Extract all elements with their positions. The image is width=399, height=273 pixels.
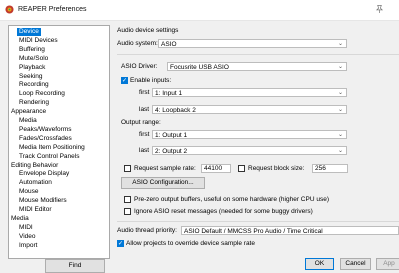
section-divider [117,221,399,222]
inputs-last-label: last [139,106,150,113]
enable-inputs-label: Enable inputs: [130,77,172,84]
pin-icon[interactable] [375,4,384,14]
asio-driver-value: Focusrite USB ASIO [170,64,229,71]
chevron-down-icon: ⌄ [337,132,343,138]
audio-system-label: Audio system: [117,40,158,47]
apply-button[interactable]: App [376,258,399,270]
chevron-down-icon: ⌄ [337,41,343,47]
outputs-last-value: 2: Output 2 [155,148,188,155]
asio-driver-label: ASIO Driver: [121,63,158,70]
tree-item[interactable]: Media [11,215,29,223]
ignore-reset-label: Ignore ASIO reset messages (needed for s… [134,208,313,215]
thread-priority-value: ASIO Default / MMCSS Pro Audio / Time Cr… [184,228,323,235]
outputs-last-label: last [139,147,150,154]
tree-item[interactable]: Envelope Display [19,170,69,178]
tree-item[interactable]: Media Item Positioning [19,144,85,152]
thread-priority-label: Audio thread priority: [117,227,177,234]
section-divider [117,54,399,55]
title-bar: REAPER Preferences [0,0,399,21]
tree-item[interactable]: Video [19,233,36,241]
cancel-button[interactable]: Cancel [340,258,371,270]
tree-item[interactable]: MIDI [19,224,33,232]
tree-item[interactable]: Track Control Panels [19,153,79,161]
tree-item[interactable]: MIDI Devices [19,37,58,45]
ignore-reset-checkbox[interactable] [124,208,131,215]
outputs-first-dropdown[interactable]: 1: Output 1 ⌄ [152,130,347,139]
sample-rate-input[interactable]: 44100 [201,164,231,173]
asio-driver-dropdown[interactable]: Focusrite USB ASIO ⌄ [167,62,347,71]
outputs-first-label: first [139,131,150,138]
tree-item[interactable]: Peaks/Waveforms [19,126,72,134]
tree-item[interactable]: Media [19,117,37,125]
allow-override-label: Allow projects to override device sample… [126,240,255,247]
pre-zero-label: Pre-zero output buffers, useful on some … [134,196,329,203]
inputs-first-value: 1: Input 1 [155,90,183,97]
inputs-first-label: first [139,89,150,96]
tree-item[interactable]: MIDI Editor [19,206,52,214]
tree-item[interactable]: Appearance [11,108,46,116]
chevron-down-icon: ⌄ [337,107,343,113]
request-block-size-label: Request block size: [248,165,305,172]
tree-item[interactable]: Mouse [19,188,39,196]
chevron-down-icon: ⌄ [337,148,343,154]
tree-item[interactable]: Automation [19,179,52,187]
preferences-tree[interactable]: Device MIDI Devices Buffering Mute/Solo Play… [8,25,110,259]
block-size-input[interactable]: 256 [312,164,348,173]
inputs-last-dropdown[interactable]: 4: Loopback 2 ⌄ [152,105,347,114]
thread-priority-dropdown[interactable]: ASIO Default / MMCSS Pro Audio / Time Cr… [181,226,399,235]
tree-item[interactable]: Fades/Crossfades [19,135,72,143]
request-block-size-checkbox[interactable] [238,165,245,172]
pre-zero-checkbox[interactable] [124,196,131,203]
tree-item[interactable]: Playback [19,64,45,72]
reaper-logo-icon [5,5,14,14]
tree-item[interactable]: Recording [19,81,49,89]
tree-item[interactable]: Editing Behavior [11,162,58,170]
enable-inputs-checkbox[interactable]: ✓ [121,77,128,84]
tree-item[interactable]: Seeking [19,73,43,81]
tree-item[interactable]: Buffering [19,46,45,54]
window-title: REAPER Preferences [18,6,87,13]
chevron-down-icon: ⌄ [337,90,343,96]
tree-item[interactable]: Device [17,28,41,36]
audio-system-value: ASIO [161,41,177,48]
tree-item[interactable]: Rendering [19,99,49,107]
tree-item[interactable]: Mouse Modifiers [19,197,67,205]
request-sample-rate-label: Request sample rate: [134,165,196,172]
output-range-label: Output range: [121,119,161,126]
chevron-down-icon: ⌄ [337,64,343,70]
tree-item[interactable]: Import [19,242,37,250]
section-heading: Audio device settings [117,27,179,34]
outputs-first-value: 1: Output 1 [155,132,188,139]
ok-button[interactable]: OK [305,258,334,270]
allow-override-checkbox[interactable]: ✓ [117,240,124,247]
request-sample-rate-checkbox[interactable] [124,165,131,172]
inputs-first-dropdown[interactable]: 1: Input 1 ⌄ [152,88,347,97]
tree-item[interactable]: Mute/Solo [19,55,48,63]
tree-item[interactable]: Loop Recording [19,90,65,98]
outputs-last-dropdown[interactable]: 2: Output 2 ⌄ [152,146,347,155]
asio-configuration-button[interactable]: ASIO Configuration... [121,177,205,189]
inputs-last-value: 4: Loopback 2 [155,107,196,114]
find-button[interactable]: Find [45,259,105,273]
audio-system-dropdown[interactable]: ASIO ⌄ [158,39,347,48]
